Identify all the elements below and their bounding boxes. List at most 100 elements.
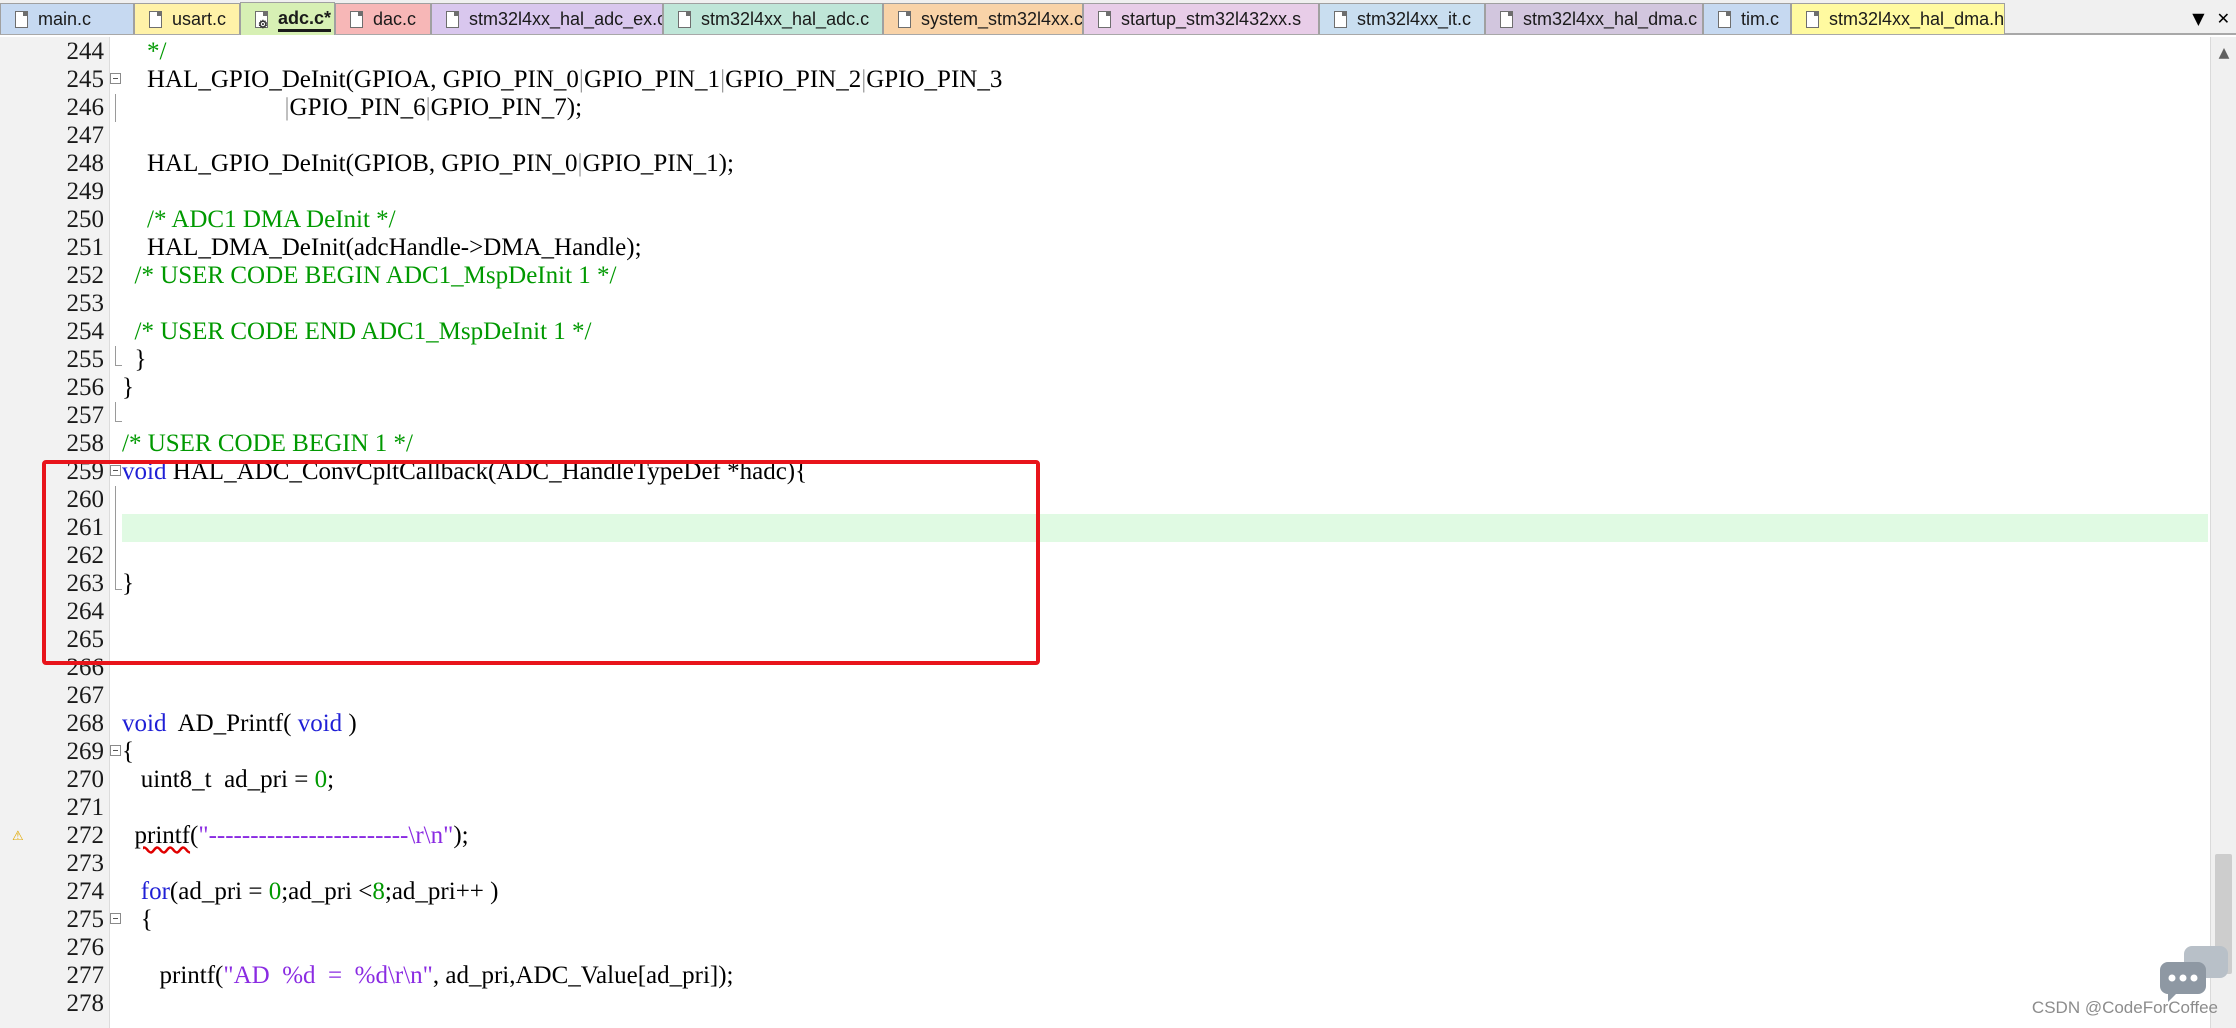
line-number: 251 — [66, 234, 105, 261]
code-token: } — [122, 346, 147, 373]
fold-toggle-icon[interactable] — [110, 913, 121, 924]
code-token: uint8_t ad_pri = — [122, 766, 315, 793]
code-token: void — [297, 710, 343, 737]
tab-dac-c[interactable]: dac.c — [335, 3, 431, 34]
chat-bubble-icon — [2160, 946, 2228, 1002]
code-line[interactable]: 261 — [0, 514, 2210, 542]
code-line[interactable]: 245 HAL_GPIO_DeInit(GPIOA, GPIO_PIN_0|GP… — [0, 66, 2210, 94]
fold-toggle-icon[interactable] — [110, 73, 121, 84]
tab-label: stm32l4xx_hal_adc_ex.c — [469, 8, 663, 29]
code-token: 0 — [314, 766, 328, 793]
line-number: 267 — [66, 682, 105, 709]
code-line[interactable]: 273 — [0, 850, 2210, 878]
code-token: GPIO_PIN_1 — [583, 66, 721, 93]
line-number: 257 — [66, 402, 105, 429]
tab-adc-c[interactable]: ⚙ adc.c* — [240, 2, 335, 35]
line-number: 269 — [66, 738, 105, 765]
code-line[interactable]: 269 { — [0, 738, 2210, 766]
code-token: "AD %d = %d\r\n" — [223, 962, 433, 989]
scroll-up-arrow-icon[interactable]: ▲ — [2211, 45, 2236, 65]
vertical-scrollbar[interactable]: ▲ — [2210, 37, 2236, 1028]
code-line[interactable]: 270 uint8_t ad_pri = 0; — [0, 766, 2210, 794]
tab-dropdown-icon[interactable]: ▼ — [2192, 9, 2204, 28]
code-token: AD_Printf( — [166, 710, 298, 737]
tab-label: stm32l4xx_hal_dma.h — [1829, 8, 2005, 29]
line-number: 253 — [66, 290, 105, 317]
code-line[interactable]: 248 HAL_GPIO_DeInit(GPIOB, GPIO_PIN_0|GP… — [0, 150, 2210, 178]
tab-startup-stm32l432xx-s[interactable]: startup_stm32l432xx.s — [1083, 3, 1319, 34]
tab-stm32l4xx-hal-dma-h[interactable]: stm32l4xx_hal_dma.h — [1791, 3, 2005, 34]
file-icon — [678, 10, 691, 28]
line-number: 276 — [66, 934, 105, 961]
code-line[interactable]: 253 — [0, 290, 2210, 318]
code-line[interactable]: 265 — [0, 626, 2210, 654]
code-line[interactable]: 258 /* USER CODE BEGIN 1 */ — [0, 430, 2210, 458]
code-line[interactable]: ⚠ 272 printf("------------------------\r\… — [0, 822, 2210, 850]
line-number: 256 — [66, 374, 105, 401]
line-number: 264 — [66, 598, 105, 625]
code-line[interactable]: 259 void HAL_ADC_ConvCpltCallback(ADC_Han… — [0, 458, 2210, 486]
line-number: 275 — [66, 906, 105, 933]
line-number: 255 — [66, 346, 105, 373]
fold-end-guide — [115, 570, 122, 590]
code-line[interactable]: 251 HAL_DMA_DeInit(adcHandle->DMA_Handle… — [0, 234, 2210, 262]
code-text: */ — [122, 38, 166, 66]
code-token: ;ad_pri++ ) — [384, 878, 499, 905]
code-token: { — [122, 906, 153, 933]
code-line[interactable]: 250 /* ADC1 DMA DeInit */ — [0, 206, 2210, 234]
code-text: /* USER CODE BEGIN 1 */ — [122, 430, 413, 458]
code-line[interactable]: 254 /* USER CODE END ADC1_MspDeInit 1 */ — [0, 318, 2210, 346]
code-text: uint8_t ad_pri = 0; — [122, 766, 334, 794]
code-line[interactable]: 275 { — [0, 906, 2210, 934]
code-line[interactable]: 274 for(ad_pri = 0;ad_pri <8;ad_pri++ ) — [0, 878, 2210, 906]
code-line[interactable]: 255 } — [0, 346, 2210, 374]
code-text: /* USER CODE BEGIN ADC1_MspDeInit 1 */ — [122, 262, 617, 290]
code-text: printf("AD %d = %d\r\n", ad_pri,ADC_Valu… — [122, 962, 734, 990]
fold-end-guide — [115, 346, 122, 366]
code-token: "------------------------\r\n" — [198, 822, 454, 849]
line-number: 258 — [66, 430, 105, 457]
tab-tim-c[interactable]: tim.c — [1703, 3, 1791, 34]
code-line[interactable]: 262 — [0, 542, 2210, 570]
code-line[interactable]: 278 — [0, 990, 2210, 1018]
code-text: HAL_GPIO_DeInit(GPIOB, GPIO_PIN_0|GPIO_P… — [122, 150, 734, 178]
code-token: for — [140, 878, 170, 905]
code-line[interactable]: 252 /* USER CODE BEGIN ADC1_MspDeInit 1 … — [0, 262, 2210, 290]
code-line[interactable]: 247 — [0, 122, 2210, 150]
fold-toggle-icon[interactable] — [110, 745, 121, 756]
code-line[interactable]: 276 — [0, 934, 2210, 962]
code-line[interactable]: 267 — [0, 682, 2210, 710]
tab-controls: ▼ ✕ — [2192, 4, 2230, 32]
code-token: , ad_pri,ADC_Value[ad_pri]); — [432, 962, 734, 989]
tab-system-stm32l4xx-c[interactable]: system_stm32l4xx.c — [883, 3, 1083, 34]
code-line[interactable]: 260 — [0, 486, 2210, 514]
code-line[interactable]: 264 — [0, 598, 2210, 626]
code-editor[interactable]: 244 */245 HAL_GPIO_DeInit(GPIOA, GPIO_PI… — [0, 37, 2210, 1028]
tab-stm32l4xx-it-c[interactable]: stm32l4xx_it.c — [1319, 3, 1485, 34]
code-line[interactable]: 271 — [0, 794, 2210, 822]
code-token: HAL_GPIO_DeInit(GPIOA, GPIO_PIN_0 — [122, 66, 579, 93]
tab-usart-c[interactable]: usart.c — [134, 3, 240, 34]
tab-stm32l4xx-hal-adc-ex-c[interactable]: stm32l4xx_hal_adc_ex.c — [431, 3, 663, 34]
code-line[interactable]: 257 — [0, 402, 2210, 430]
code-line[interactable]: 263} — [0, 570, 2210, 598]
tab-main-c[interactable]: main.c — [0, 3, 134, 34]
close-icon[interactable]: ✕ — [2217, 9, 2230, 28]
line-number: 247 — [66, 122, 105, 149]
code-line[interactable]: 246 |GPIO_PIN_6|GPIO_PIN_7); — [0, 94, 2210, 122]
code-line[interactable]: 256} — [0, 374, 2210, 402]
fold-toggle-icon[interactable] — [110, 465, 121, 476]
code-text: void HAL_ADC_ConvCpltCallback(ADC_Handle… — [122, 458, 807, 486]
code-text: { — [122, 738, 134, 766]
tab-stm32l4xx-hal-adc-c[interactable]: stm32l4xx_hal_adc.c — [663, 3, 883, 34]
line-number: 278 — [66, 990, 105, 1017]
code-line[interactable]: 266 — [0, 654, 2210, 682]
fold-guide — [115, 542, 116, 570]
code-line[interactable]: 249 — [0, 178, 2210, 206]
code-line[interactable]: 277 printf("AD %d = %d\r\n", ad_pri,ADC_… — [0, 962, 2210, 990]
code-line[interactable]: 268 void AD_Printf( void ) — [0, 710, 2210, 738]
line-number: 263 — [66, 570, 105, 597]
code-line[interactable]: 244 */ — [0, 38, 2210, 66]
file-icon — [15, 10, 28, 28]
tab-stm32l4xx-hal-dma-c[interactable]: stm32l4xx_hal_dma.c — [1485, 3, 1703, 34]
